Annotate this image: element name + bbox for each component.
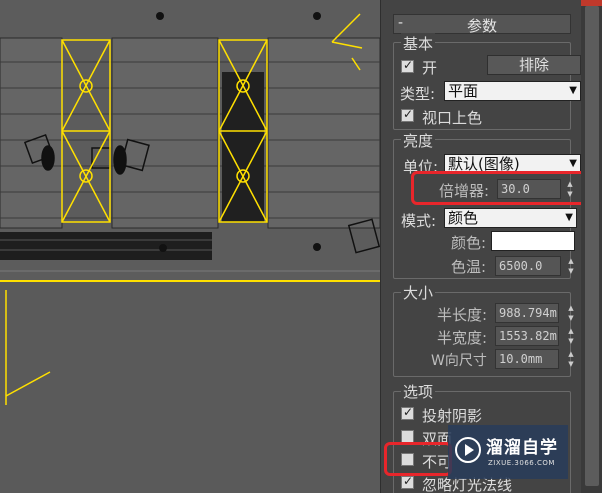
- spin-up-icon[interactable]: ▲: [565, 256, 577, 266]
- half-length-label: 半长度:: [437, 306, 488, 324]
- spin-up-icon[interactable]: ▲: [565, 349, 577, 359]
- type-dropdown[interactable]: 平面 ▼: [444, 81, 581, 101]
- command-panel: - 参数 基本 ✓ 开 排除 类型: 平面 ▼ ✓ 视口上色 亮度 单位: 默认…: [380, 0, 602, 493]
- chevron-down-icon: ▼: [565, 212, 573, 223]
- w-size-label: W向尺寸: [431, 353, 487, 369]
- mode-label: 模式:: [401, 212, 437, 230]
- cast-shadows-label: 投射阴影: [422, 407, 483, 425]
- temperature-input[interactable]: 6500.0: [495, 256, 561, 276]
- spin-down-icon[interactable]: ▼: [565, 313, 577, 323]
- scrollbar-thumb[interactable]: [585, 6, 599, 486]
- multiplier-highlight: [411, 171, 587, 205]
- ceiling-grid: [0, 37, 380, 229]
- size-group-label: 大小: [401, 282, 436, 303]
- type-dropdown-value: 平面: [448, 82, 479, 100]
- play-logo-icon: [455, 437, 481, 463]
- on-checkbox[interactable]: ✓: [401, 58, 414, 73]
- half-width-label: 半宽度:: [437, 329, 488, 347]
- watermark: 溜溜自学 ZIXUE.3066.COM: [448, 425, 568, 479]
- watermark-title: 溜溜自学: [486, 438, 558, 458]
- temperature-label: 色温:: [451, 258, 487, 276]
- w-size-input[interactable]: 10.0mm: [495, 349, 559, 369]
- dark-strip: [0, 232, 212, 260]
- spin-up-icon[interactable]: ▲: [565, 303, 577, 313]
- type-label: 类型:: [400, 85, 436, 103]
- dark-panel: [222, 72, 264, 222]
- parameters-rollout-header[interactable]: - 参数: [393, 14, 571, 35]
- spin-down-icon[interactable]: ▼: [565, 359, 577, 369]
- exclude-button[interactable]: 排除: [487, 55, 581, 75]
- options-group-label: 选项: [401, 381, 436, 402]
- mode-dropdown-value: 颜色: [448, 209, 479, 227]
- half-length-spinner[interactable]: ▲ ▼: [565, 303, 577, 323]
- brightness-group-label: 亮度: [401, 130, 436, 151]
- viewport-shading-checkbox[interactable]: ✓: [401, 107, 414, 122]
- color-label: 颜色:: [451, 234, 487, 252]
- panel-scrollbar[interactable]: [581, 0, 602, 493]
- chevron-down-icon: ▼: [569, 85, 577, 96]
- checkmark-icon: ✓: [403, 405, 414, 419]
- basic-group-label: 基本: [401, 33, 436, 54]
- w-size-spinner[interactable]: ▲ ▼: [565, 349, 577, 369]
- viewport-scene[interactable]: [0, 0, 380, 493]
- mode-dropdown[interactable]: 颜色 ▼: [444, 208, 577, 228]
- on-label: 开: [422, 59, 438, 77]
- color-swatch[interactable]: [491, 231, 575, 251]
- checkmark-icon: ✓: [403, 474, 414, 488]
- viewport[interactable]: [0, 0, 380, 493]
- half-length-input[interactable]: 988.794m: [495, 303, 559, 323]
- checkmark-icon: ✓: [403, 107, 414, 121]
- temperature-spinner[interactable]: ▲ ▼: [565, 256, 577, 276]
- ignore-normals-checkbox[interactable]: ✓: [401, 474, 414, 489]
- watermark-url: ZIXUE.3066.COM: [488, 459, 555, 467]
- viewport-shading-label: 视口上色: [422, 109, 483, 127]
- cast-shadows-checkbox[interactable]: ✓: [401, 405, 414, 420]
- checkmark-icon: ✓: [403, 58, 414, 72]
- spin-down-icon[interactable]: ▼: [565, 266, 577, 276]
- half-width-input[interactable]: 1553.82m: [495, 326, 559, 346]
- half-width-spinner[interactable]: ▲ ▼: [565, 326, 577, 346]
- spin-down-icon[interactable]: ▼: [565, 336, 577, 346]
- invisible-highlight: [384, 442, 452, 476]
- spin-up-icon[interactable]: ▲: [565, 326, 577, 336]
